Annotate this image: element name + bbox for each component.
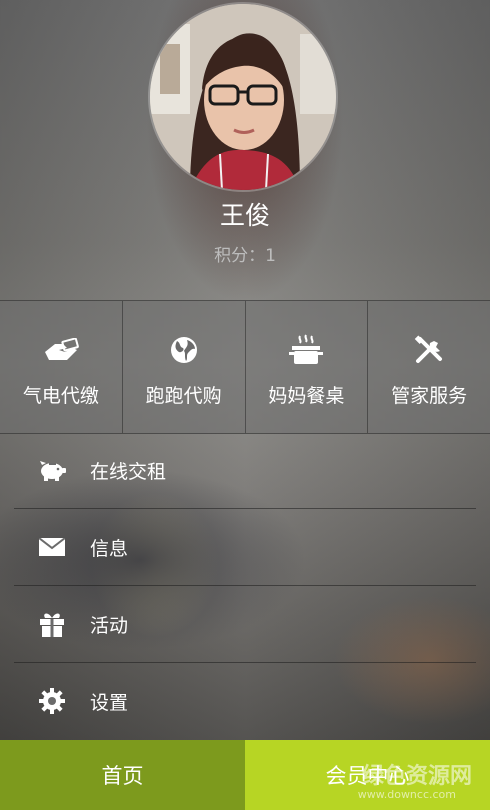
avatar-photo [150,4,336,190]
watermark-logo: 绿色资源网 [361,764,472,789]
menu-item-label: 活动 [90,614,129,637]
cooking-pot-icon [288,333,324,367]
envelope-icon [38,533,66,561]
menu-item-label: 设置 [90,691,129,714]
gear-icon [38,687,66,715]
menu-item-online-rent[interactable]: 在线交租 [14,432,476,509]
service-grid: 气电代缴 跑跑代购 妈妈餐桌 管家服务 [0,300,490,434]
service-label: 气电代缴 [22,385,99,407]
points-display: 积分：1 [0,241,490,266]
globe-icon [166,333,202,367]
service-housekeeping[interactable]: 管家服务 [368,301,490,433]
menu-item-activities[interactable]: 活动 [14,586,476,663]
service-mom-kitchen[interactable]: 妈妈餐桌 [246,301,369,433]
app-screen: 王俊 积分：1 气电代缴 跑跑代购 妈妈餐桌 管家服务 在线交租 信息 活动 设… [0,0,490,810]
menu-item-label: 信息 [90,537,129,560]
service-label: 管家服务 [391,385,468,407]
user-name: 王俊 [219,201,270,230]
service-errand-purchase[interactable]: 跑跑代购 [123,301,246,433]
service-label: 跑跑代购 [145,385,222,407]
menu-item-messages[interactable]: 信息 [14,509,476,586]
points-label: 积分： [214,246,266,266]
piggy-bank-icon [38,456,66,484]
payment-icon [43,333,79,367]
points-value: 1 [265,246,276,266]
menu-item-label: 在线交租 [90,460,167,483]
avatar[interactable] [150,4,336,190]
tab-home[interactable]: 首页 [0,740,245,810]
tools-icon [411,333,447,367]
menu-item-settings[interactable]: 设置 [14,663,476,739]
watermark-url: www.downcc.com [357,788,456,801]
gift-icon [38,610,66,638]
service-label: 妈妈餐桌 [268,385,345,407]
menu-list: 在线交租 信息 活动 设置 [14,432,476,739]
service-utility-payment[interactable]: 气电代缴 [0,301,123,433]
profile-header: 王俊 积分：1 [0,0,490,300]
